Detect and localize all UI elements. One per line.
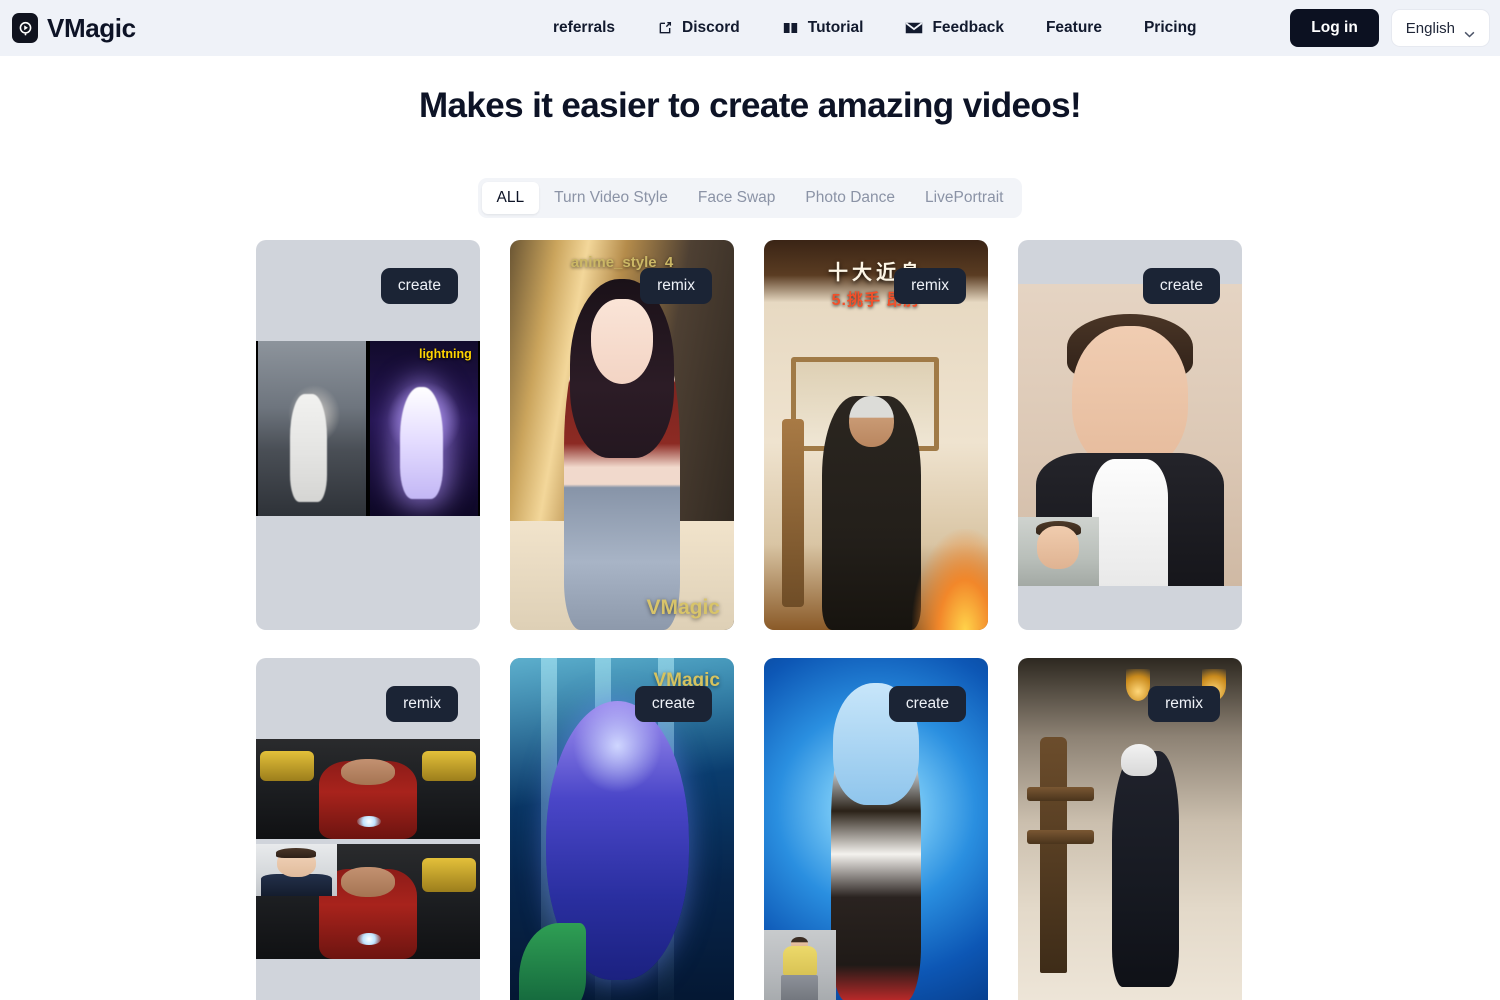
nav-item-label: Feature <box>1045 19 1102 36</box>
page-title: Makes it easier to create amazing videos… <box>418 86 1082 125</box>
language-selector[interactable]: English <box>1390 9 1490 47</box>
remix-button[interactable]: remix <box>640 268 712 304</box>
overlay-label: lightning <box>418 347 472 361</box>
brand-name: VMagic <box>47 12 136 43</box>
create-button[interactable]: create <box>1142 268 1220 304</box>
envelope-icon <box>905 21 923 35</box>
filter-tabs: ALL Turn Video Style Face Swap Photo Dan… <box>477 178 1023 218</box>
language-value: English <box>1405 19 1455 37</box>
remix-button[interactable]: remix <box>386 686 458 722</box>
nav-item-pricing[interactable]: Pricing <box>1123 19 1218 37</box>
login-button[interactable]: Log in <box>1290 9 1379 47</box>
gallery-card[interactable]: 十大近身 5.挑手 昂肘 remix <box>764 240 988 630</box>
book-icon <box>782 20 799 36</box>
gallery-grid: lightning create anime_style_4 VMagic re… <box>256 240 1244 1000</box>
source-face-inset <box>1018 516 1099 586</box>
filter-tabs-container: ALL Turn Video Style Face Swap Photo Dan… <box>0 178 1500 218</box>
nav-item-discord[interactable]: Discord <box>636 19 761 37</box>
gallery-card[interactable]: anime_style_4 VMagic remix <box>510 240 734 630</box>
gallery-card[interactable]: create <box>1018 240 1242 630</box>
nav-item-label: referrals <box>553 19 616 36</box>
source-face-inset <box>256 844 337 896</box>
nav-item-referrals[interactable]: referrals <box>532 19 636 37</box>
remix-button[interactable]: remix <box>894 268 966 304</box>
gallery-card[interactable]: lightning create <box>256 240 480 630</box>
header-actions: Log in English <box>1290 9 1490 47</box>
nav-item-label: Discord <box>682 19 740 36</box>
main-navigation: referrals Discord Tutorial Feedback Feat… <box>532 0 1218 56</box>
nav-item-label: Tutorial <box>807 19 864 36</box>
tab-all[interactable]: ALL <box>481 182 540 214</box>
nav-item-feature[interactable]: Feature <box>1025 19 1123 37</box>
gallery-card[interactable]: remix <box>256 658 480 1000</box>
create-button[interactable]: create <box>634 686 712 722</box>
chevron-down-icon <box>1464 25 1475 38</box>
tab-photo-dance[interactable]: Photo Dance <box>790 182 910 214</box>
gallery-card[interactable]: create <box>764 658 988 1000</box>
reference-video-inset <box>764 930 836 1000</box>
gallery-card[interactable]: remix <box>1018 658 1242 1000</box>
create-button[interactable]: create <box>888 686 966 722</box>
nav-item-label: Pricing <box>1143 19 1197 36</box>
nav-item-tutorial[interactable]: Tutorial <box>761 19 885 37</box>
tab-liveportrait[interactable]: LivePortrait <box>910 182 1018 214</box>
source-clip <box>256 739 480 839</box>
gallery-card[interactable]: VMagic create <box>510 658 734 1000</box>
nav-item-feedback[interactable]: Feedback <box>884 19 1025 37</box>
play-circle-icon <box>12 13 38 43</box>
source-clip <box>258 341 366 516</box>
result-clip: lightning <box>370 341 478 516</box>
remix-button[interactable]: remix <box>1148 686 1220 722</box>
tab-turn-video-style[interactable]: Turn Video Style <box>539 182 683 214</box>
nav-item-label: Feedback <box>932 19 1004 36</box>
tab-face-swap[interactable]: Face Swap <box>683 182 791 214</box>
brand-logo[interactable]: VMagic <box>12 13 136 44</box>
create-button[interactable]: create <box>380 268 458 304</box>
external-link-icon <box>657 20 673 36</box>
site-header: VMagic referrals Discord Tutorial Feedba… <box>0 0 1500 56</box>
